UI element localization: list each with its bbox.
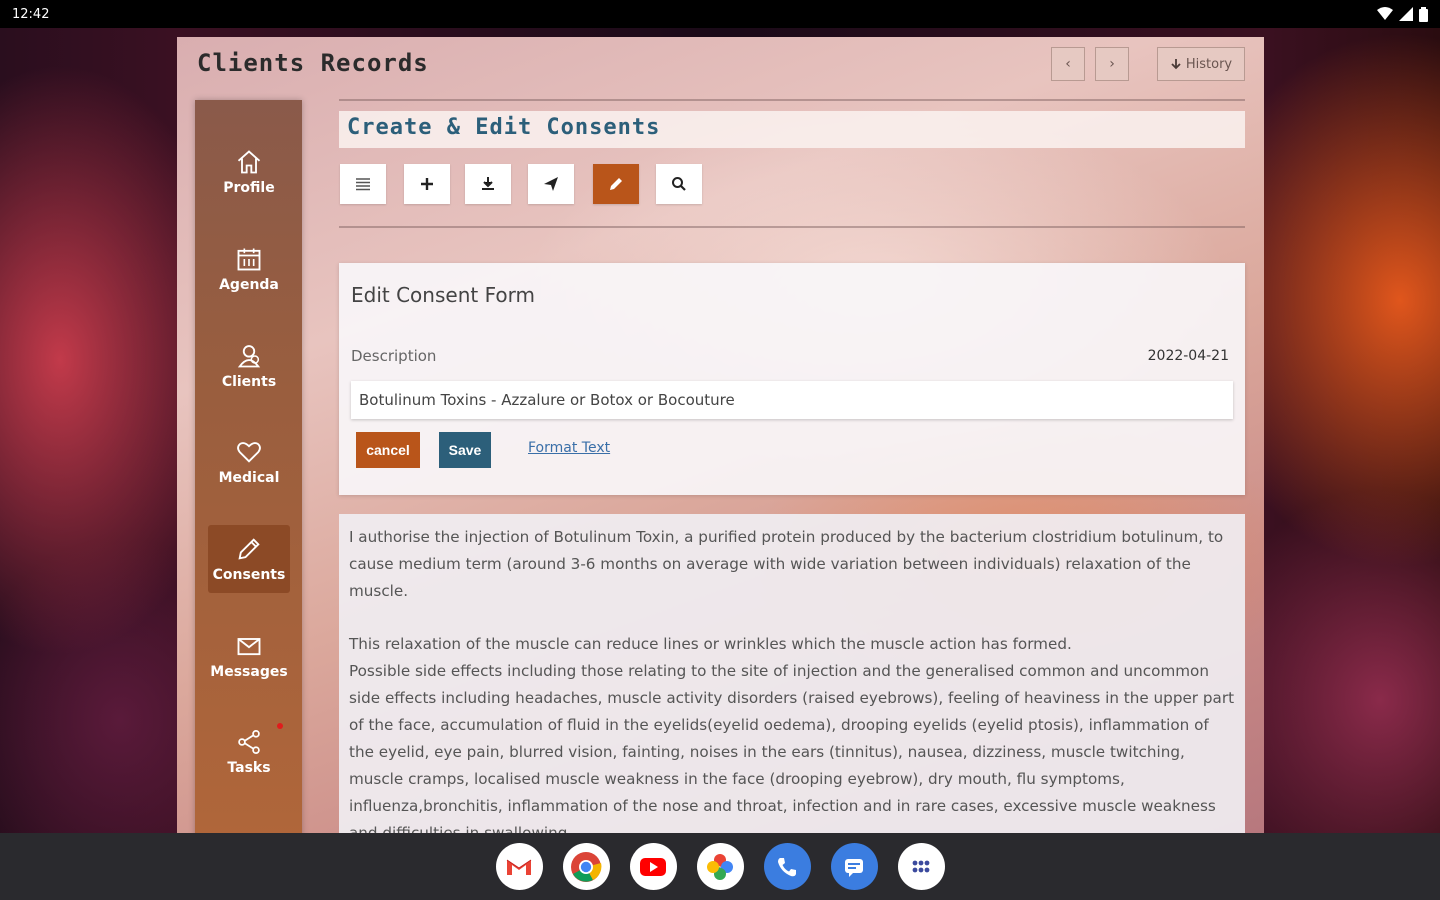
divider [339,99,1245,101]
edit-button[interactable] [593,164,639,204]
chrome-app[interactable] [562,843,610,890]
sidebar-item-label: Medical [218,470,280,486]
sidebar: Profile Agenda Clients Medical Consents … [195,100,302,833]
form-title: Edit Consent Form [351,283,535,307]
next-button[interactable]: › [1095,47,1129,81]
sidebar-item-label: Profile [223,180,275,196]
phone-icon [778,857,796,876]
messages-icon [845,858,863,877]
sidebar-item-label: Tasks [227,760,271,776]
heart-icon [237,442,261,463]
app-drawer[interactable] [897,843,945,890]
sidebar-item-consents[interactable]: Consents [208,525,290,593]
home-icon [237,150,261,174]
arrow-down-icon [1171,59,1181,70]
youtube-app[interactable] [629,843,677,890]
pencil-icon [610,178,622,190]
status-icons [1377,6,1428,22]
photos-icon [707,853,733,880]
save-button[interactable]: Save [439,432,491,468]
plus-icon [421,178,433,190]
download-button[interactable] [465,164,511,204]
app-window: Clients Records ‹ › History Profile Agen… [177,37,1264,833]
phone-app[interactable] [763,843,811,890]
pencil-icon [238,538,260,560]
sidebar-item-label: Clients [221,374,277,390]
gmail-icon [506,859,532,875]
consent-paragraph: This relaxation of the muscle can reduce… [349,635,1072,653]
signal-icon [1399,7,1413,21]
sidebar-item-label: Consents [212,567,286,583]
sidebar-item-profile[interactable]: Profile [208,138,290,206]
download-icon [482,177,494,190]
client-icon [237,345,261,368]
consent-text-area[interactable]: I authorise the injection of Botulinum T… [339,514,1245,833]
gmail-app[interactable] [495,843,543,890]
wifi-icon [1377,7,1393,20]
sidebar-item-clients[interactable]: Clients [208,332,290,400]
consent-date: 2022-04-21 [1147,348,1229,364]
envelope-icon [237,638,261,656]
divider [339,226,1245,228]
photos-app[interactable] [696,843,744,890]
consent-paragraph: Possible side effects including those re… [349,662,1235,833]
send-button[interactable] [528,164,574,204]
previous-button[interactable]: ‹ [1051,47,1085,81]
format-text-link[interactable]: Format Text [528,440,610,456]
search-button[interactable] [656,164,702,204]
sidebar-item-agenda[interactable]: Agenda [208,235,290,303]
cancel-button[interactable]: cancel [356,432,420,468]
add-button[interactable] [404,164,450,204]
list-button[interactable] [340,164,386,204]
edit-consent-card: Edit Consent Form Description 2022-04-21… [339,263,1245,495]
send-icon [544,177,558,191]
list-icon [356,178,370,191]
sidebar-item-medical[interactable]: Medical [208,428,290,496]
notification-dot [277,723,283,729]
status-bar: 12:42 [0,0,1440,28]
sidebar-item-label: Agenda [219,277,279,293]
app-drawer-icon [912,860,930,872]
chevron-right-icon: › [1109,56,1115,72]
history-button[interactable]: History [1157,47,1245,81]
sidebar-item-messages[interactable]: Messages [208,622,290,690]
status-time: 12:42 [12,6,50,22]
share-icon [238,730,260,754]
app-title: Clients Records [197,49,429,77]
chrome-icon [571,851,602,882]
youtube-icon [640,857,666,876]
chevron-left-icon: ‹ [1065,56,1071,72]
description-input[interactable] [351,381,1233,419]
description-label: Description [351,347,437,365]
calendar-icon [237,248,261,271]
sidebar-item-label: Messages [210,664,288,680]
battery-icon [1419,6,1428,22]
section-title: Create & Edit Consents [339,111,1245,148]
messages-app[interactable] [830,843,878,890]
consent-paragraph: I authorise the injection of Botulinum T… [349,528,1224,600]
taskbar [0,833,1440,900]
history-label: History [1185,56,1233,72]
search-icon [672,177,686,191]
